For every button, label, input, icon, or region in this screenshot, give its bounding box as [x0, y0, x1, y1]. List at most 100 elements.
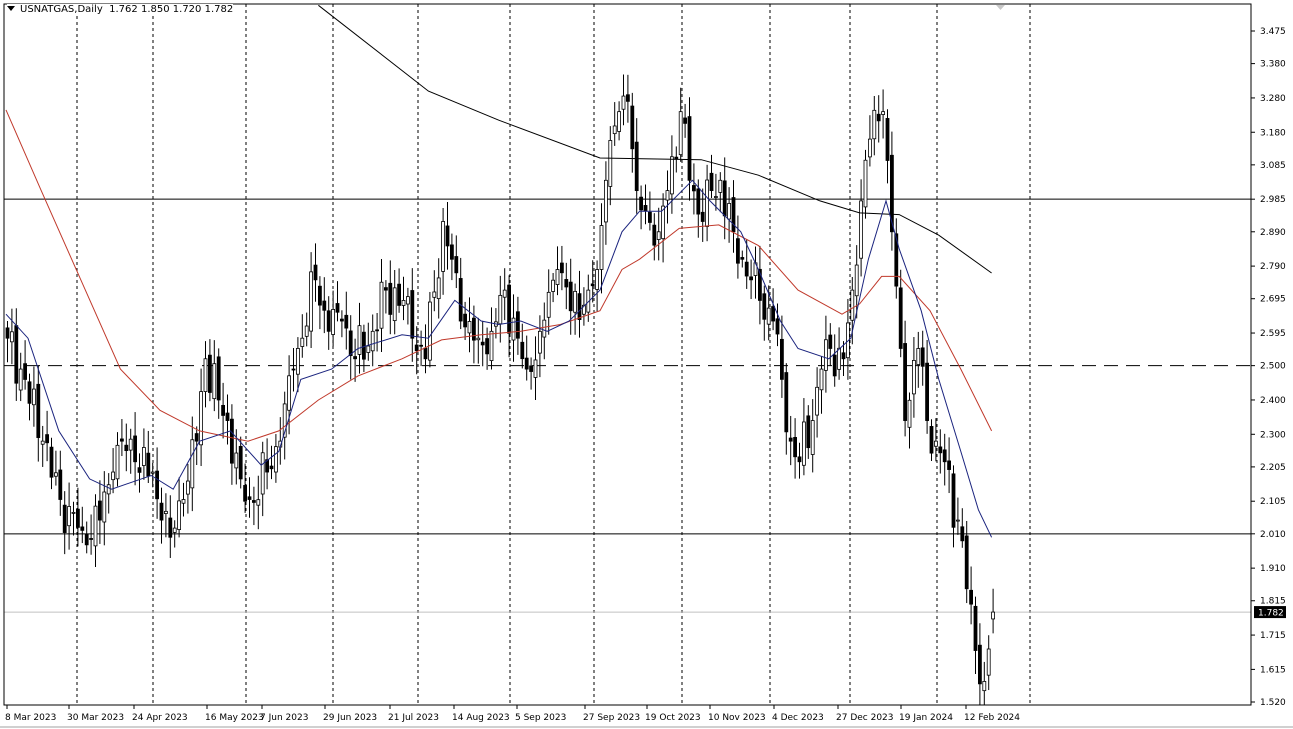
y-tick-label: 1.910	[1260, 564, 1286, 574]
candle-bearish	[687, 116, 692, 181]
candle-bullish	[533, 359, 538, 378]
candle-bearish	[124, 444, 129, 451]
candle-bearish	[155, 470, 160, 500]
candle-bearish	[58, 469, 63, 500]
candle-bearish	[159, 502, 164, 521]
candle-bearish	[700, 211, 705, 222]
candle-bearish	[168, 517, 173, 538]
low-value: 1.720	[172, 4, 202, 15]
candle-bearish	[674, 156, 679, 160]
candle-bullish	[331, 309, 336, 335]
candle-bearish	[978, 644, 982, 685]
candle-bullish	[128, 438, 133, 451]
candle-bullish	[678, 111, 683, 156]
candle-bearish	[696, 188, 701, 215]
candle-bearish	[722, 180, 727, 217]
candle-bearish	[951, 473, 956, 528]
candle-bullish	[705, 179, 709, 227]
candle-bearish	[445, 225, 450, 247]
candle-bearish	[463, 313, 468, 328]
candle-bullish	[436, 277, 441, 300]
candle-bullish	[546, 291, 551, 318]
candle-bullish	[199, 391, 204, 446]
candle-bearish	[775, 318, 780, 335]
candle-bearish	[788, 437, 793, 442]
candle-bullish	[190, 439, 195, 489]
candle-bullish	[802, 421, 806, 466]
candle-bearish	[397, 283, 402, 306]
candle-bearish	[317, 285, 322, 306]
y-tick-label: 3.085	[1260, 161, 1286, 171]
candle-bullish	[982, 681, 987, 692]
candle-bearish	[771, 306, 775, 322]
candle-bearish	[414, 344, 419, 352]
candle-bearish	[454, 256, 459, 274]
x-tick-label: 12 Feb 2024	[964, 713, 1020, 723]
candle-bearish	[322, 300, 327, 311]
x-tick-label: 29 Jun 2023	[323, 713, 377, 723]
candle-bearish	[458, 278, 463, 322]
candle-bullish	[912, 360, 916, 395]
candle-bullish	[542, 319, 547, 338]
candle-bullish	[612, 125, 617, 135]
close-value: 1.782	[204, 4, 234, 15]
timeframe-label: Daily	[77, 4, 103, 15]
candle-bearish	[76, 508, 80, 528]
candle-bearish	[832, 354, 837, 377]
candle-bullish	[599, 225, 604, 270]
candle-bullish	[93, 505, 98, 547]
candle-bullish	[172, 527, 177, 533]
candle-bullish	[203, 358, 208, 392]
candle-bearish	[480, 341, 485, 346]
candle-bearish	[524, 357, 529, 370]
candle-bearish	[471, 317, 476, 341]
candle-bearish	[762, 293, 767, 320]
candle-bullish	[427, 301, 432, 361]
candle-bullish	[538, 330, 542, 354]
chart-shift-marker-icon[interactable]	[996, 5, 1005, 10]
x-tick-label: 30 Mar 2023	[67, 713, 124, 723]
candle-bearish	[507, 284, 512, 334]
candle-bearish	[516, 311, 520, 339]
candle-bearish	[485, 338, 490, 355]
candle-bullish	[824, 339, 828, 371]
candle-bearish	[221, 404, 226, 416]
x-tick-label: 4 Dec 2023	[772, 713, 824, 723]
candle-bearish	[964, 535, 969, 590]
candle-bearish	[238, 445, 243, 480]
candle-bullish	[498, 294, 503, 325]
candle-bullish	[956, 519, 960, 522]
candle-bullish	[819, 368, 824, 391]
candle-bullish	[573, 290, 577, 313]
candle-bearish	[947, 460, 951, 470]
candle-bearish	[639, 196, 643, 211]
candle-bearish	[229, 418, 234, 464]
candle-bearish	[634, 141, 639, 191]
candle-bearish	[5, 327, 10, 339]
y-tick-label: 1.815	[1260, 597, 1286, 607]
candle-bullish	[608, 140, 613, 187]
price-chart[interactable]: 3.475 3.380 3.280 3.180 3.085 2.985 2.890 2.790…	[0, 0, 1293, 729]
open-value: 1.762	[109, 4, 138, 15]
candle-bullish	[32, 388, 36, 406]
candle-bullish	[815, 386, 819, 416]
candle-bullish	[185, 480, 190, 495]
candle-bearish	[375, 329, 380, 332]
candle-bullish	[727, 203, 731, 220]
candle-bearish	[353, 356, 358, 360]
candle-bearish	[120, 438, 124, 442]
collapse-triangle-icon[interactable]	[7, 6, 15, 11]
candle-bullish	[115, 444, 120, 480]
candle-bearish	[744, 261, 749, 277]
candle-bullish	[907, 399, 912, 428]
x-tick-label: 10 Nov 2023	[708, 713, 766, 723]
candle-bearish	[449, 244, 454, 260]
candle-bullish	[432, 291, 437, 298]
y-tick-label: 3.475	[1260, 27, 1286, 37]
candle-bearish	[898, 287, 903, 349]
y-tick-label: 2.695	[1260, 295, 1286, 305]
candle-bullish	[916, 348, 921, 365]
candle-bearish	[749, 276, 753, 281]
candle-bullish	[881, 111, 885, 115]
candle-bearish	[731, 197, 736, 233]
